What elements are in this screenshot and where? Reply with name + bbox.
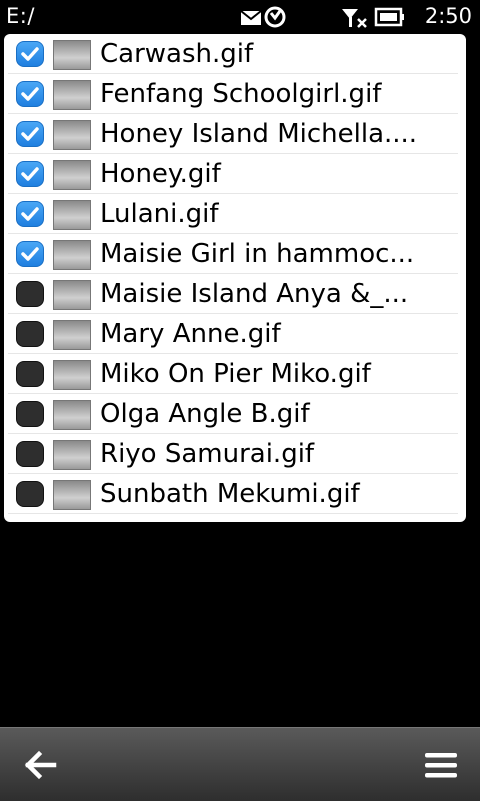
- file-row[interactable]: Lulani.gif: [4, 194, 466, 234]
- checkbox-unchecked[interactable]: [16, 401, 44, 427]
- file-row[interactable]: Fenfang Schoolgirl.gif: [4, 74, 466, 114]
- checkbox-checked[interactable]: [16, 41, 44, 67]
- image-thumbnail-icon: [53, 160, 91, 190]
- file-row[interactable]: Sunbath Mekumi.gif: [4, 474, 466, 514]
- current-path: E:/: [6, 4, 35, 28]
- file-row[interactable]: Miko On Pier Miko.gif: [4, 354, 466, 394]
- row-divider: [8, 513, 458, 514]
- image-thumbnail-icon: [53, 240, 91, 270]
- image-thumbnail-icon: [53, 80, 91, 110]
- signal-off-icon: [342, 9, 367, 28]
- image-thumbnail-icon: [53, 360, 91, 390]
- file-row[interactable]: Riyo Samurai.gif: [4, 434, 466, 474]
- image-thumbnail-icon: [53, 200, 91, 230]
- file-name: Lulani.gif: [100, 199, 219, 229]
- image-thumbnail-icon: [53, 440, 91, 470]
- file-name: Honey.gif: [100, 159, 221, 189]
- file-list: Carwash.gif Fenfang Schoolgirl.gif Honey I…: [4, 34, 466, 522]
- checkbox-unchecked[interactable]: [16, 321, 44, 347]
- menu-icon[interactable]: [422, 748, 462, 782]
- clock: 2:50: [424, 4, 472, 28]
- image-thumbnail-icon: [53, 40, 91, 70]
- file-name: Riyo Samurai.gif: [100, 439, 315, 469]
- status-bar: E:/ 2:50: [0, 0, 480, 32]
- checkbox-checked[interactable]: [16, 81, 44, 107]
- file-name: Miko On Pier Miko.gif: [100, 359, 371, 389]
- battery-icon: [374, 7, 404, 27]
- checkmark-icon: [21, 47, 39, 61]
- sync-icon: [264, 6, 286, 28]
- checkbox-unchecked[interactable]: [16, 441, 44, 467]
- image-thumbnail-icon: [53, 120, 91, 150]
- checkmark-icon: [21, 207, 39, 221]
- checkbox-checked[interactable]: [16, 161, 44, 187]
- file-name: Maisie Island Anya &_...: [100, 279, 409, 309]
- checkbox-unchecked[interactable]: [16, 281, 44, 307]
- file-row[interactable]: Carwash.gif: [4, 34, 466, 74]
- checkmark-icon: [21, 167, 39, 181]
- checkbox-unchecked[interactable]: [16, 481, 44, 507]
- file-row[interactable]: Honey.gif: [4, 154, 466, 194]
- checkmark-icon: [21, 127, 39, 141]
- file-name: Carwash.gif: [100, 39, 254, 69]
- image-thumbnail-icon: [53, 400, 91, 430]
- file-name: Sunbath Mekumi.gif: [100, 479, 360, 509]
- file-row[interactable]: Honey Island Michella....: [4, 114, 466, 154]
- image-thumbnail-icon: [53, 320, 91, 350]
- bottom-toolbar: [0, 727, 480, 801]
- checkbox-checked[interactable]: [16, 121, 44, 147]
- checkbox-unchecked[interactable]: [16, 361, 44, 387]
- file-name: Honey Island Michella....: [100, 119, 418, 149]
- file-row[interactable]: Olga Angle B.gif: [4, 394, 466, 434]
- file-name: Mary Anne.gif: [100, 319, 281, 349]
- checkbox-checked[interactable]: [16, 241, 44, 267]
- back-arrow-icon[interactable]: [22, 748, 62, 782]
- file-name: Fenfang Schoolgirl.gif: [100, 79, 382, 109]
- image-thumbnail-icon: [53, 280, 91, 310]
- file-row[interactable]: Mary Anne.gif: [4, 314, 466, 354]
- file-name: Maisie Girl in hammoc...: [100, 239, 415, 269]
- image-thumbnail-icon: [53, 480, 91, 510]
- checkbox-checked[interactable]: [16, 201, 44, 227]
- file-row[interactable]: Maisie Island Anya &_...: [4, 274, 466, 314]
- checkmark-icon: [21, 247, 39, 261]
- checkmark-icon: [21, 87, 39, 101]
- file-name: Olga Angle B.gif: [100, 399, 310, 429]
- message-icon: [240, 10, 262, 25]
- file-row[interactable]: Maisie Girl in hammoc...: [4, 234, 466, 274]
